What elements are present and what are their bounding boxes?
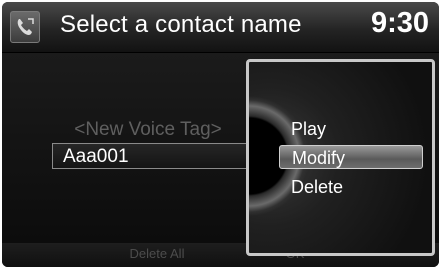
page-title: Select a contact name — [60, 11, 302, 38]
phone-settings-icon[interactable] — [10, 11, 40, 43]
menu-item-modify[interactable]: Modify — [279, 145, 423, 169]
menu-item-play[interactable]: Play — [279, 117, 423, 141]
nav-screen: Select a contact name 9:30 <New Voice Ta… — [2, 2, 439, 267]
header-bar: Select a contact name 9:30 — [2, 2, 439, 53]
delete-all-button: Delete All — [129, 246, 185, 261]
clock: 9:30 — [370, 7, 429, 39]
contact-item-aaa001[interactable]: Aaa001 — [52, 143, 248, 169]
new-voice-tag-item: <New Voice Tag> — [74, 119, 222, 140]
option-popup-menu: Play Modify Delete — [246, 59, 435, 256]
menu-item-delete[interactable]: Delete — [279, 175, 423, 199]
